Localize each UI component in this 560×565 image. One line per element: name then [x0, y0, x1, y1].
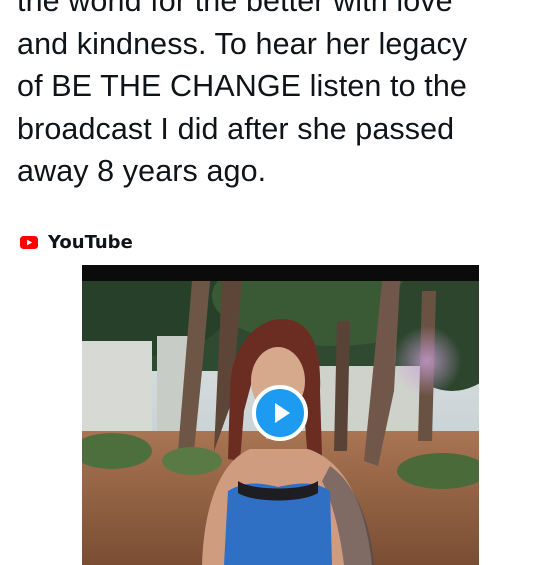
tweet-text-line: of BE THE CHANGE listen to the — [17, 69, 467, 103]
tweet-text: the world for the better with love and k… — [17, 0, 547, 193]
tweet-text-line: broadcast I did after she passed — [17, 111, 455, 146]
video-thumbnail[interactable] — [82, 265, 479, 565]
play-button[interactable] — [252, 385, 308, 441]
link-source-label: YouTube — [48, 231, 133, 253]
tweet-text-line: away 8 years ago. — [17, 154, 267, 188]
play-icon — [252, 385, 308, 441]
youtube-logo-icon — [20, 235, 38, 249]
link-source[interactable]: YouTube — [20, 230, 133, 254]
tweet-text-line: the world for the better with love — [17, 0, 453, 18]
tweet-text-line: and kindness. To hear her legacy — [17, 26, 468, 61]
